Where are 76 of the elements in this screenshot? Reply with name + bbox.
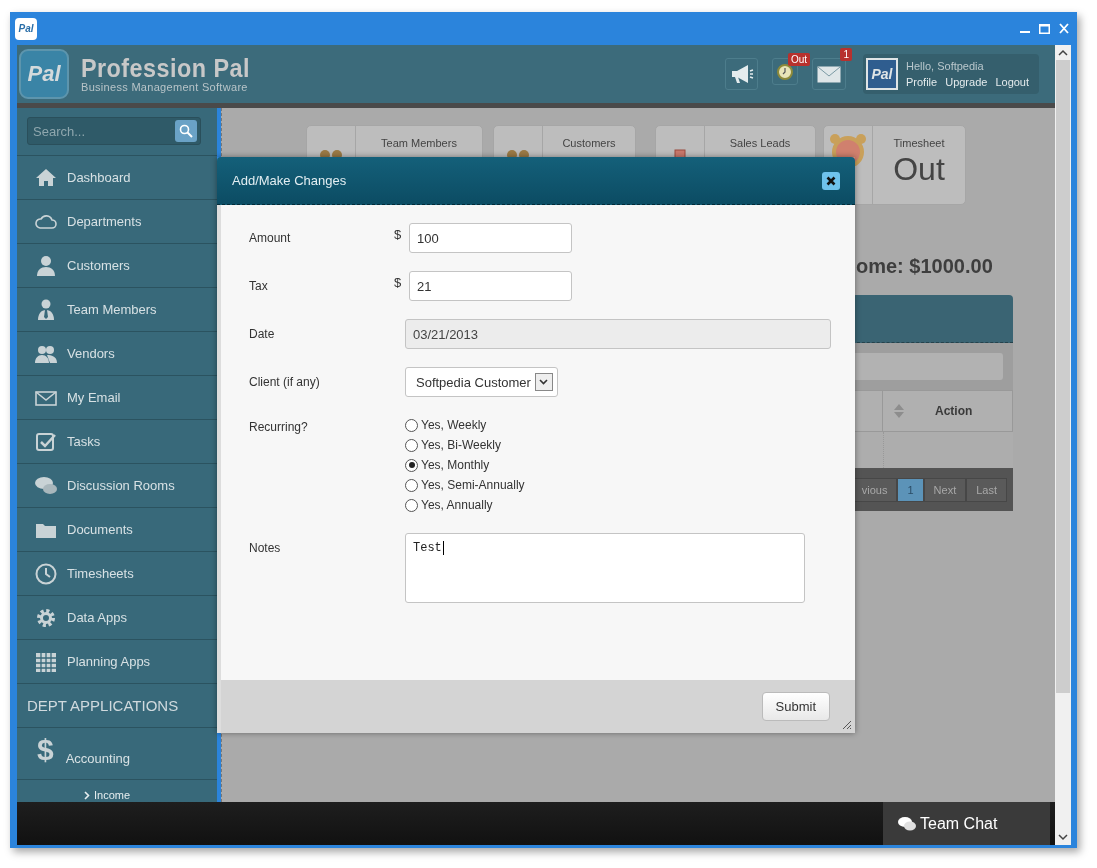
nav-item[interactable]: Planning Apps [17,640,217,684]
currency-sign: $ [394,226,403,242]
nav-item[interactable]: Customers [17,244,217,288]
nav-item[interactable]: $ Accounting [17,728,217,780]
nav-subitem[interactable]: Income [17,780,217,802]
radio-option[interactable]: Yes, Semi-Annually [405,475,525,495]
search-button[interactable] [175,120,197,142]
mail-button[interactable] [812,58,846,90]
input-field[interactable]: 21 [409,271,572,301]
client-dropdown[interactable]: Softpedia Customer [405,367,558,397]
page-button[interactable]: Last [966,477,1007,502]
field-label: Notes [249,540,282,557]
radio-option[interactable]: Yes, Weekly [405,415,525,435]
radio-button[interactable] [405,498,418,512]
maximize-icon[interactable] [1039,23,1050,34]
notification-badge: 1 [840,48,852,61]
field-label: Recurring? [249,419,309,436]
caret-icon [539,379,549,385]
chevron-icon [84,790,90,800]
avatar-logo: Pal [866,58,898,90]
user-link[interactable]: Profile [906,76,938,88]
radio-button[interactable] [405,458,418,472]
brand-name: Profession Pal [81,55,250,81]
search-icon [179,124,193,138]
card-value: Out [893,151,945,188]
radio-button[interactable] [405,418,418,432]
megaphone-icon [729,64,754,84]
user-link[interactable]: Logout [995,76,1030,88]
nav-item[interactable]: Discussion Rooms [17,464,217,508]
sort-icon [893,403,905,419]
team-chat-button[interactable]: Team Chat [883,802,1050,845]
field-label: Tax [249,278,269,295]
scroll-up-icon[interactable] [1058,49,1068,56]
radio-option[interactable]: Yes, Annually [405,495,525,515]
currency-sign: $ [394,274,403,290]
field-label: Amount [249,230,292,247]
page-button[interactable]: Next [923,477,967,502]
notes-field[interactable]: Test [405,533,805,603]
page-button[interactable]: 1 [897,477,924,502]
announcement-button[interactable] [725,58,758,90]
search-field[interactable]: Search... [27,117,201,145]
card-label: Timesheet [893,137,945,149]
greeting: Hello, Softpedia [906,60,985,72]
clock-icon [34,561,58,586]
radio-option[interactable]: Yes, Bi-Weekly [405,435,525,455]
close-button[interactable] [822,171,840,190]
radio-button[interactable] [405,438,418,452]
resize-grip-icon [842,720,852,730]
envelope-icon [817,65,841,83]
speech-bubbles-icon [898,815,916,832]
income-heading: ome: $1000.00 [856,255,994,278]
person-icon [34,253,58,278]
scrollbar-thumb[interactable] [1056,60,1070,693]
filter-field[interactable] [852,353,1003,380]
field-label: Client (if any) [249,374,321,391]
close-icon[interactable] [1059,23,1069,34]
nav-item[interactable]: Documents [17,508,217,552]
submit-button[interactable]: Submit [761,692,830,721]
radio-option[interactable]: Yes, Monthly [405,455,525,475]
nav-item[interactable]: Dashboard [17,156,217,200]
scroll-down-icon[interactable] [1058,834,1068,841]
input-field[interactable]: 100 [409,223,572,253]
dialog-title: Add/Make Changes [232,173,347,188]
clock-icon [777,63,793,80]
close-icon [826,175,836,186]
card-label: Team Members [381,137,457,149]
radio-button[interactable] [405,478,418,492]
nav-item[interactable]: Vendors [17,332,217,376]
app-icon: Pal [15,17,37,40]
logo: Pal [19,49,69,99]
field-label: Date [249,326,276,343]
card-label: Sales Leads [729,137,791,149]
user-link[interactable]: Upgrade [945,76,988,88]
notification-badge: Out [787,53,810,66]
tagline: Business Management Software [81,81,249,93]
card-label: Customers [562,137,616,149]
